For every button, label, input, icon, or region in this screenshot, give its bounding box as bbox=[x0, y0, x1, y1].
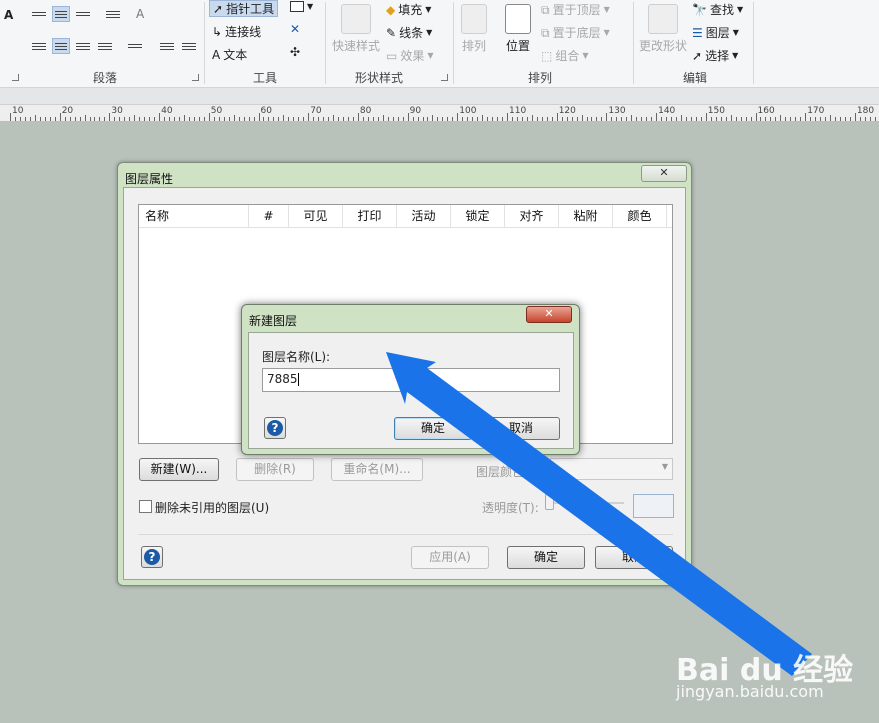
watermark-url: jingyan.baidu.com bbox=[676, 682, 824, 701]
arrow-shape bbox=[386, 352, 812, 676]
annotation-arrow bbox=[386, 352, 812, 676]
